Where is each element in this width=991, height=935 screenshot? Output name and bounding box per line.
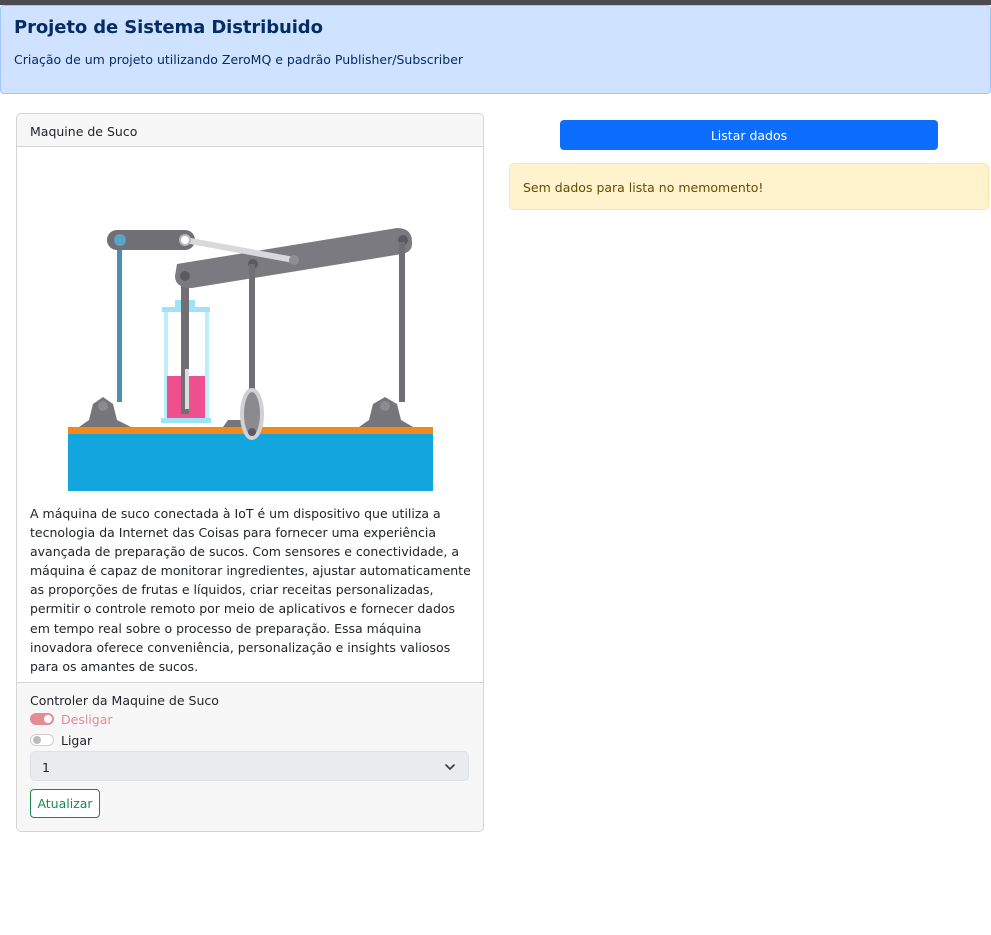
level-select[interactable]: 1 [30,751,469,781]
ligar-label: Ligar [61,732,93,748]
switch-row-desligar: Desligar [30,710,113,728]
desligar-switch[interactable] [30,713,54,725]
card-description: A máquina de suco conectada à IoT é um d… [30,506,471,674]
card-title: Maquine de Suco [30,124,138,139]
desligar-label: Desligar [61,711,113,727]
page-subtitle: Criação de um projeto utilizando ZeroMQ … [14,52,464,67]
page-header: Projeto de Sistema Distribuido Criação d… [0,5,991,94]
list-data-button[interactable]: Listar dados [560,120,938,150]
ligar-switch[interactable] [30,734,54,746]
level-select-value: 1 [42,760,50,775]
empty-data-message: Sem dados para lista no memomento! [523,180,764,195]
controller-panel: Controler da Maquine de Suco Desligar Li… [17,682,483,831]
juice-machine-illustration [68,228,433,491]
juice-machine-card: Maquine de Suco A máquina de suco conect… [16,113,484,832]
switch-row-ligar: Ligar [30,731,92,749]
chevron-down-icon [445,764,455,770]
update-button[interactable]: Atualizar [30,789,100,818]
card-header: Maquine de Suco [17,114,483,147]
page-title: Projeto de Sistema Distribuido [14,17,323,38]
controller-title: Controler da Maquine de Suco [30,693,219,708]
empty-data-alert: Sem dados para lista no memomento! [509,163,989,210]
